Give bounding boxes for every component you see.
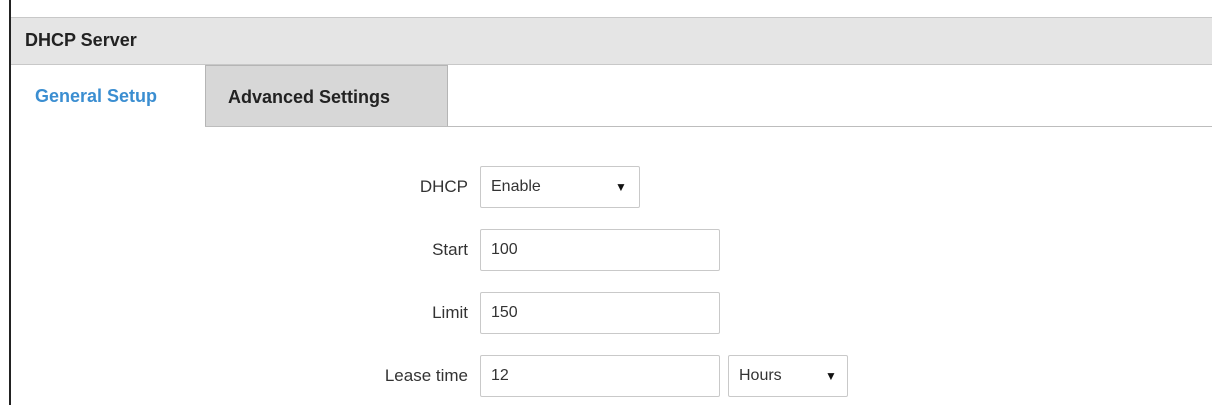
start-label: Start bbox=[432, 240, 468, 259]
limit-input[interactable]: 150 bbox=[480, 292, 720, 334]
lease-time-unit-select[interactable]: Hours ▼ bbox=[728, 355, 848, 397]
tab-bar: General Setup Advanced Settings bbox=[11, 65, 1212, 127]
dhcp-select[interactable]: Enable ▼ bbox=[480, 166, 640, 208]
limit-row: Limit 150 bbox=[11, 292, 1212, 334]
caret-down-icon: ▼ bbox=[615, 180, 627, 194]
panel-header: DHCP Server bbox=[11, 17, 1212, 65]
lease-time-label: Lease time bbox=[384, 366, 468, 385]
limit-label: Limit bbox=[432, 303, 468, 322]
start-row: Start 100 bbox=[11, 229, 1212, 271]
dhcp-row: DHCP Enable ▼ bbox=[11, 166, 1212, 208]
lease-time-row: Lease time 12 Hours ▼ bbox=[11, 355, 1212, 397]
panel-title: DHCP Server bbox=[25, 30, 137, 50]
lease-time-unit-value: Hours bbox=[739, 367, 782, 384]
tab-advanced-settings[interactable]: Advanced Settings bbox=[205, 65, 448, 126]
dhcp-label: DHCP bbox=[419, 177, 468, 196]
dhcp-server-panel: DHCP Server General Setup Advanced Setti… bbox=[9, 0, 1212, 405]
caret-down-icon: ▼ bbox=[825, 369, 837, 383]
start-input[interactable]: 100 bbox=[480, 229, 720, 271]
dhcp-select-value: Enable bbox=[491, 178, 541, 195]
tab-general-setup[interactable]: General Setup bbox=[11, 65, 205, 127]
lease-time-input[interactable]: 12 bbox=[480, 355, 720, 397]
